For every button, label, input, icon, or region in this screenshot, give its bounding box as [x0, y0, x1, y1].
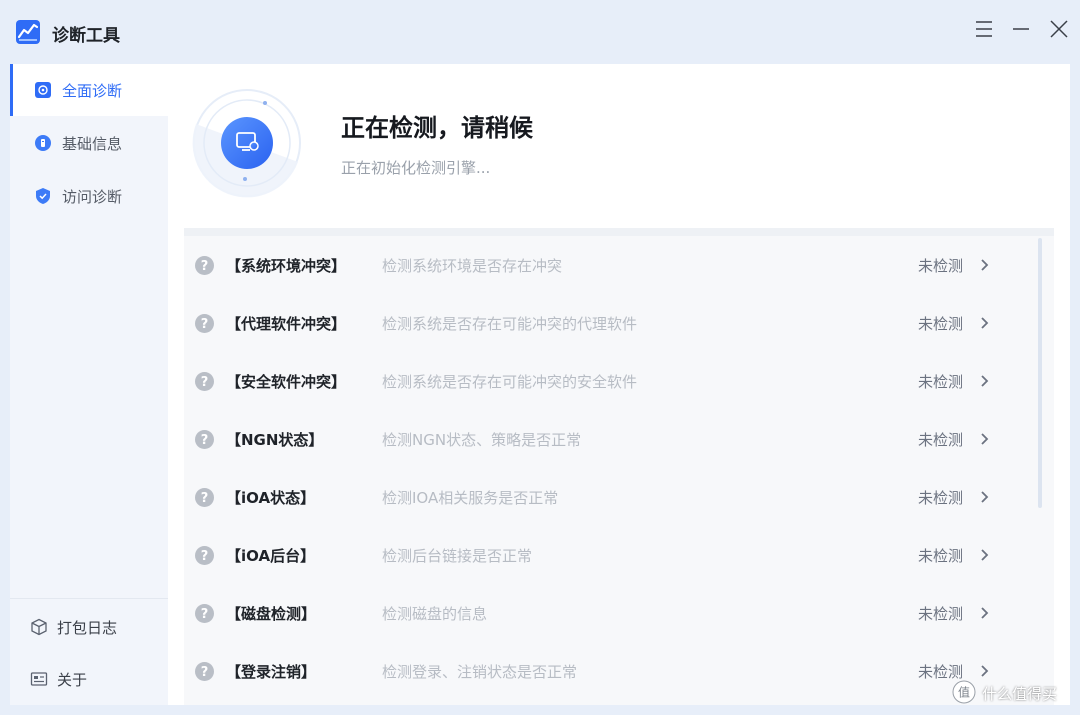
svg-text:?: ?: [201, 317, 209, 332]
check-status: 未检测: [918, 547, 964, 565]
check-row-disk[interactable]: ? 【磁盘检测】 检测磁盘的信息 未检测: [184, 584, 1050, 642]
check-name: 【iOA后台】: [226, 547, 316, 565]
question-icon: ?: [195, 662, 214, 681]
check-status: 未检测: [918, 663, 964, 681]
status-subtitle: 正在初始化检测引擎...: [341, 159, 491, 177]
scan-icon: [35, 82, 51, 98]
svg-text:?: ?: [201, 491, 209, 506]
about-button[interactable]: 关于: [10, 657, 168, 701]
question-icon: ?: [195, 604, 214, 623]
svg-text:?: ?: [201, 433, 209, 448]
check-status: 未检测: [918, 315, 964, 333]
check-description: 检测登录、注销状态是否正常: [382, 663, 578, 681]
question-icon: ?: [195, 256, 214, 275]
check-name: 【安全软件冲突】: [226, 373, 347, 391]
watermark: 值 什么值得买: [952, 680, 1072, 708]
check-name: 【磁盘检测】: [226, 605, 317, 623]
about-icon: [30, 672, 48, 686]
svg-text:?: ?: [201, 375, 209, 390]
svg-text:?: ?: [201, 549, 209, 564]
list-header-bar: [184, 228, 1054, 236]
chevron-right-icon: [981, 549, 989, 561]
minimize-icon[interactable]: [1010, 18, 1032, 40]
check-row-login-logout[interactable]: ? 【登录注销】 检测登录、注销状态是否正常 未检测: [184, 642, 1050, 700]
question-icon: ?: [195, 488, 214, 507]
check-status: 未检测: [918, 373, 964, 391]
chevron-right-icon: [981, 433, 989, 445]
check-status: 未检测: [918, 489, 964, 507]
check-description: 检测NGN状态、策略是否正常: [382, 431, 582, 449]
check-row-ioa-backend[interactable]: ? 【iOA后台】 检测后台链接是否正常 未检测: [184, 526, 1050, 584]
chevron-right-icon: [981, 259, 989, 271]
check-description: 检测系统是否存在可能冲突的代理软件: [382, 315, 638, 333]
about-label: 关于: [57, 671, 88, 689]
hamburger-icon[interactable]: [973, 18, 995, 40]
sidebar-divider: [10, 598, 168, 599]
check-description: 检测IOA相关服务是否正常: [382, 489, 559, 507]
check-name: 【iOA状态】: [226, 489, 316, 507]
title-bar: 诊断工具: [0, 0, 1080, 62]
sidebar: 全面诊断 基础信息 访问诊断 打包日志 关于: [10, 64, 168, 705]
watermark-text: 什么值得买: [982, 685, 1058, 703]
check-description: 检测系统环境是否存在冲突: [382, 257, 563, 275]
sidebar-item-full-diagnosis[interactable]: 全面诊断: [10, 64, 168, 116]
svg-text:值: 值: [958, 685, 970, 700]
pack-logs-label: 打包日志: [57, 619, 118, 637]
check-row-ngn-status[interactable]: ? 【NGN状态】 检测NGN状态、策略是否正常 未检测: [184, 410, 1050, 468]
info-icon: [35, 135, 51, 151]
watermark-badge-icon: 值: [952, 680, 976, 704]
check-name: 【代理软件冲突】: [226, 315, 347, 333]
chevron-right-icon: [981, 317, 989, 329]
check-list: ? 【系统环境冲突】 检测系统环境是否存在冲突 未检测 ? 【代理软件冲突】 检…: [184, 228, 1054, 705]
package-icon: [31, 618, 47, 636]
pack-logs-button[interactable]: 打包日志: [10, 605, 168, 649]
check-status: 未检测: [918, 257, 964, 275]
scanning-radar-icon: [192, 89, 301, 198]
question-icon: ?: [195, 314, 214, 333]
svg-text:?: ?: [201, 607, 209, 622]
question-icon: ?: [195, 546, 214, 565]
sidebar-item-label: 访问诊断: [62, 188, 123, 206]
check-name: 【NGN状态】: [226, 431, 324, 449]
app-title: 诊断工具: [52, 26, 120, 46]
check-row-proxy-software[interactable]: ? 【代理软件冲突】 检测系统是否存在可能冲突的代理软件 未检测: [184, 294, 1050, 352]
check-row-system-env[interactable]: ? 【系统环境冲突】 检测系统环境是否存在冲突 未检测: [184, 236, 1050, 294]
sidebar-item-basic-info[interactable]: 基础信息: [10, 117, 168, 169]
main-panel: 正在检测，请稍候 正在初始化检测引擎... ? 【系统环境冲突】 检测系统环境是…: [168, 64, 1070, 705]
close-icon[interactable]: [1048, 18, 1070, 40]
sidebar-item-access-diagnosis[interactable]: 访问诊断: [10, 170, 168, 222]
svg-text:?: ?: [201, 665, 209, 680]
check-description: 检测磁盘的信息: [382, 605, 488, 623]
page-title: 正在检测，请稍候: [341, 114, 533, 142]
check-name: 【系统环境冲突】: [226, 257, 347, 275]
question-icon: ?: [195, 430, 214, 449]
check-status: 未检测: [918, 605, 964, 623]
check-description: 检测系统是否存在可能冲突的安全软件: [382, 373, 638, 391]
check-row-security-software[interactable]: ? 【安全软件冲突】 检测系统是否存在可能冲突的安全软件 未检测: [184, 352, 1050, 410]
check-description: 检测后台链接是否正常: [382, 547, 533, 565]
scrollbar-thumb[interactable]: [1038, 238, 1042, 508]
check-status: 未检测: [918, 431, 964, 449]
chevron-right-icon: [981, 375, 989, 387]
sidebar-item-label: 全面诊断: [62, 82, 123, 100]
check-row-ioa-status[interactable]: ? 【iOA状态】 检测IOA相关服务是否正常 未检测: [184, 468, 1050, 526]
chevron-right-icon: [981, 491, 989, 503]
chevron-right-icon: [981, 665, 989, 677]
shield-icon: [36, 188, 50, 204]
chevron-right-icon: [981, 607, 989, 619]
app-logo-icon: [16, 20, 40, 44]
svg-text:?: ?: [201, 259, 209, 274]
check-name: 【登录注销】: [226, 663, 317, 681]
diagnostic-tool-window: 诊断工具 全面诊断 基础信息 访问诊断 打包日志 关于 正在检测，请稍候 正在初…: [0, 0, 1080, 715]
sidebar-item-label: 基础信息: [62, 135, 123, 153]
question-icon: ?: [195, 372, 214, 391]
